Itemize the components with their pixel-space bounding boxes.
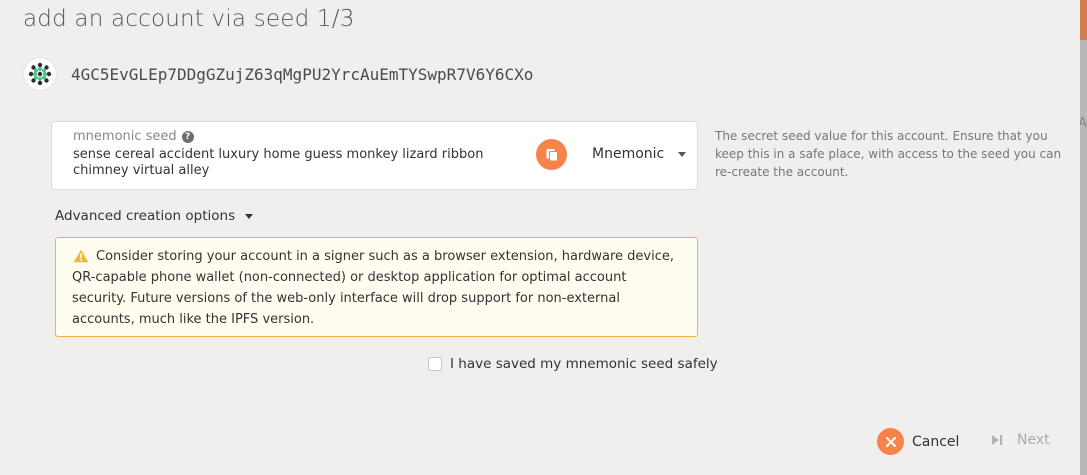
account-address: 4GC5EvGLEp7DDgGZujZ63qMgPU2YrcAuEmTYSwpR… xyxy=(71,64,534,84)
saved-seed-label[interactable]: I have saved my mnemonic seed safely xyxy=(450,356,718,372)
seed-help-text: The secret seed value for this account. … xyxy=(715,129,1062,179)
mnemonic-seed-field[interactable]: mnemonic seed ? sense cereal accident lu… xyxy=(51,121,698,190)
signer-warning-box: Consider storing your account in a signe… xyxy=(55,237,698,337)
chevron-down-icon xyxy=(678,151,687,157)
next-button[interactable]: Next xyxy=(990,432,1050,448)
close-icon xyxy=(877,428,904,455)
identicon-icon[interactable] xyxy=(24,58,56,90)
warning-text: Consider storing your account in a signe… xyxy=(72,249,674,327)
cancel-button[interactable]: Cancel xyxy=(877,428,959,455)
mnemonic-seed-value[interactable]: sense cereal accident luxury home guess … xyxy=(73,147,533,179)
copy-seed-button[interactable] xyxy=(536,139,567,170)
advanced-options-label: Advanced creation options xyxy=(55,208,236,224)
copy-icon xyxy=(546,148,558,161)
seed-type-dropdown[interactable]: Mnemonic xyxy=(592,146,687,162)
seed-type-selected: Mnemonic xyxy=(592,146,665,162)
chevron-down-icon xyxy=(245,213,254,219)
advanced-options-toggle[interactable]: Advanced creation options xyxy=(55,208,254,224)
saved-seed-confirmation[interactable]: I have saved my mnemonic seed safely xyxy=(428,356,718,372)
account-row: 4GC5EvGLEp7DDgGZujZ63qMgPU2YrcAuEmTYSwpR… xyxy=(24,58,533,90)
cancel-label: Cancel xyxy=(912,433,960,450)
help-icon[interactable]: ? xyxy=(181,130,194,143)
mnemonic-seed-label: mnemonic seed xyxy=(73,129,177,144)
step-forward-icon xyxy=(992,435,1003,445)
saved-seed-checkbox[interactable] xyxy=(428,357,442,371)
mnemonic-seed-label-row: mnemonic seed ? xyxy=(73,129,194,144)
modal-title: add an account via seed 1/3 xyxy=(23,6,355,32)
next-label: Next xyxy=(1017,432,1050,448)
create-account-modal: add an account via seed 1/3 4GC5EvGLEp7D… xyxy=(0,0,1080,475)
